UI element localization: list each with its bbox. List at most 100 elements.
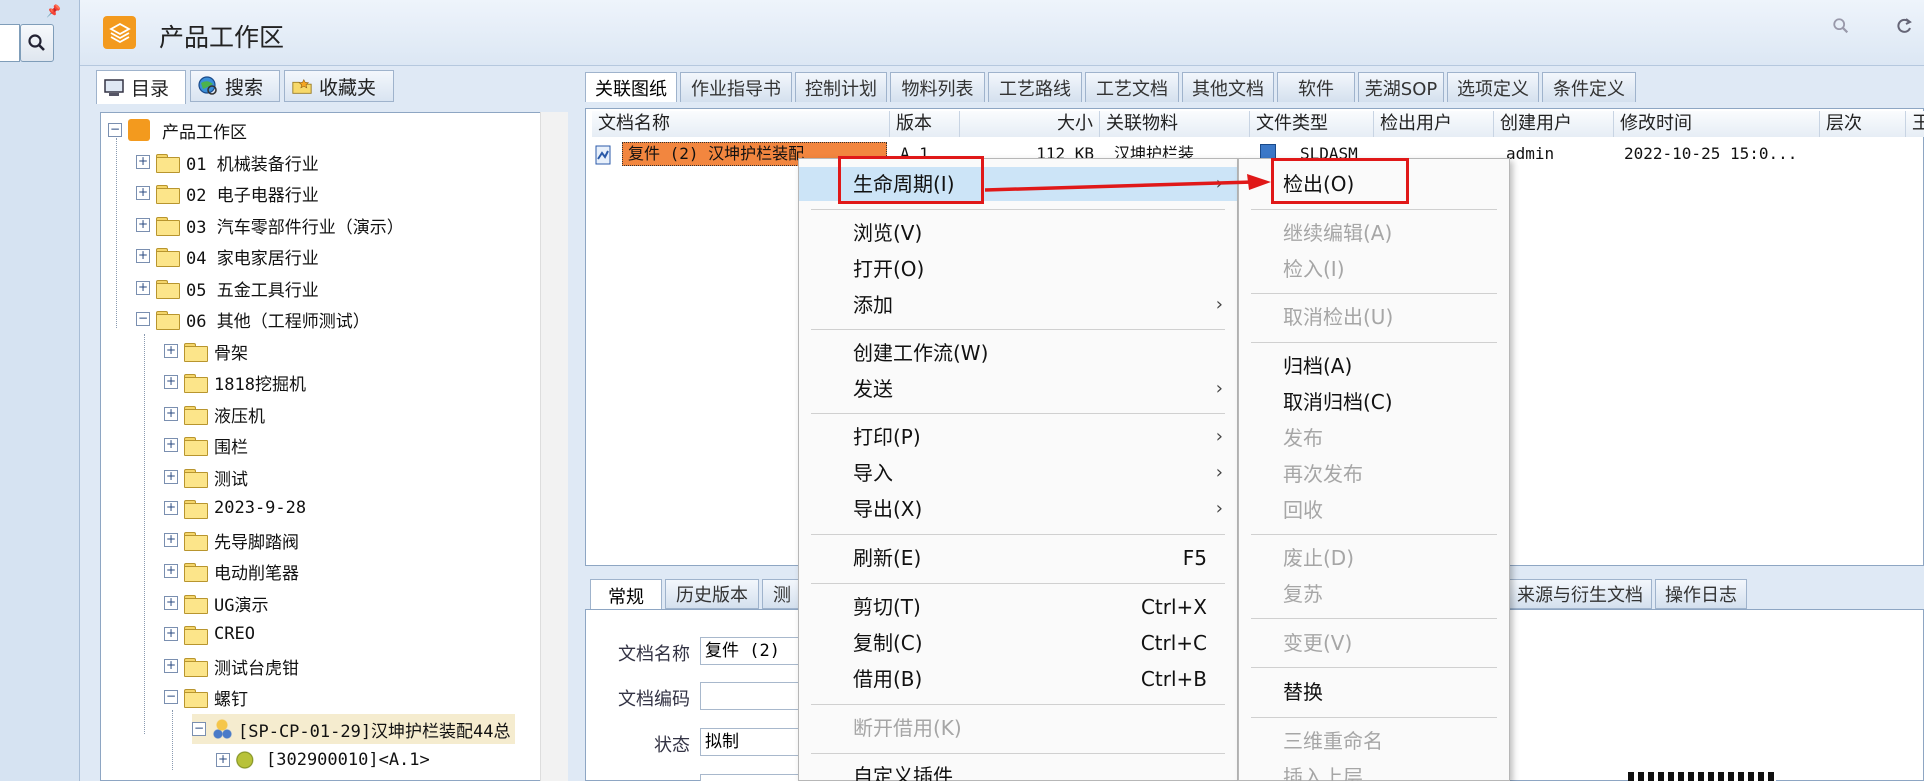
menu-item-borrow[interactable]: 借用(B) Ctrl+B: [799, 662, 1237, 696]
tab-favorites[interactable]: 收藏夹: [284, 70, 394, 102]
expand-icon[interactable]: +: [136, 281, 150, 295]
menu-item-custom-plugin[interactable]: 自定义插件: [799, 759, 1237, 781]
tab-condition-definitions[interactable]: 条件定义: [1542, 72, 1636, 102]
collapse-icon[interactable]: −: [136, 312, 150, 326]
expand-icon[interactable]: +: [164, 564, 178, 578]
collapse-icon[interactable]: −: [192, 722, 206, 736]
menu-item-import[interactable]: 导入 ›: [799, 456, 1237, 490]
tree-item[interactable]: + 先导脚踏阀: [164, 525, 299, 555]
expand-icon[interactable]: +: [164, 344, 178, 358]
left-search-button[interactable]: [20, 24, 54, 62]
tree-item[interactable]: + 测试: [164, 462, 248, 492]
tree-item[interactable]: +2023-9-28: [164, 493, 306, 523]
collapse-icon[interactable]: −: [164, 690, 178, 704]
tree-root[interactable]: − 产品工作区: [108, 115, 247, 145]
menu-item-open[interactable]: 打开(O): [799, 252, 1237, 286]
tree-item[interactable]: + 液压机: [164, 399, 265, 429]
left-search-input[interactable]: [0, 24, 20, 62]
submenu-item-archive[interactable]: 归档(A): [1239, 349, 1509, 383]
tab-control-plan[interactable]: 控制计划: [795, 72, 887, 102]
tree-item[interactable]: −06 其他（工程师测试）: [136, 304, 370, 334]
tree-item[interactable]: + UG演示: [164, 588, 268, 618]
field-doc-code[interactable]: [700, 682, 810, 710]
column-header[interactable]: 王: [1906, 111, 1924, 137]
menu-item-create-workflow[interactable]: 创建工作流(W): [799, 336, 1237, 370]
tab-software[interactable]: 软件: [1277, 72, 1355, 102]
menu-item-export[interactable]: 导出(X) ›: [799, 492, 1237, 526]
menu-item-browse[interactable]: 浏览(V): [799, 216, 1237, 250]
column-header[interactable]: 版本: [890, 111, 960, 137]
expand-icon[interactable]: +: [164, 407, 178, 421]
tab-bom[interactable]: 物料列表: [890, 72, 985, 102]
menu-item-refresh[interactable]: 刷新(E) F5: [799, 541, 1237, 575]
tree-item[interactable]: +04 家电家居行业: [136, 241, 319, 271]
expand-icon[interactable]: +: [164, 375, 178, 389]
expand-icon[interactable]: +: [164, 533, 178, 547]
tree-item-part[interactable]: + [302900010]<A.1>: [216, 745, 430, 775]
tab-history[interactable]: 历史版本: [665, 579, 759, 609]
expand-icon[interactable]: +: [216, 753, 230, 767]
tree-item[interactable]: + 骨架: [164, 336, 248, 366]
submenu-item-unarchive[interactable]: 取消归档(C): [1239, 385, 1509, 419]
tree-item[interactable]: + CREO: [164, 619, 255, 649]
field-extra[interactable]: [700, 774, 810, 781]
expand-icon[interactable]: +: [164, 659, 178, 673]
tree-item-assembly[interactable]: − [SP-CP-01-29]汉坤护栏装配44总: [192, 714, 515, 744]
column-header[interactable]: 检出用户: [1374, 111, 1494, 137]
tree-item[interactable]: + 围栏: [164, 430, 248, 460]
tree-item[interactable]: +01 机械装备行业: [136, 147, 319, 177]
menu-item-send[interactable]: 发送 ›: [799, 372, 1237, 406]
tab-source-derived[interactable]: 来源与衍生文档: [1508, 579, 1652, 609]
tree-item[interactable]: +1818挖掘机: [164, 367, 306, 397]
menu-item-cut[interactable]: 剪切(T) Ctrl+X: [799, 590, 1237, 624]
tab-routing[interactable]: 工艺路线: [988, 72, 1082, 102]
tree-item[interactable]: +02 电子电器行业: [136, 178, 319, 208]
column-header[interactable]: 创建用户: [1494, 111, 1614, 137]
field-doc-name[interactable]: 复件 (2): [700, 637, 810, 665]
folder-icon: [184, 405, 208, 425]
tab-other-docs[interactable]: 其他文档: [1182, 72, 1274, 102]
column-header[interactable]: 层次: [1820, 111, 1906, 137]
tree-item[interactable]: + 测试台虎钳: [164, 651, 299, 681]
tree-root-label: 产品工作区: [162, 122, 247, 143]
tab-search[interactable]: 搜索: [190, 70, 280, 102]
submenu-item-replace[interactable]: 替换: [1239, 675, 1509, 709]
expand-icon[interactable]: +: [136, 155, 150, 169]
tree-item[interactable]: − 螺钉: [164, 682, 248, 712]
field-status[interactable]: 拟制: [700, 728, 810, 756]
menu-item-print[interactable]: 打印(P) ›: [799, 420, 1237, 454]
expand-icon[interactable]: +: [164, 596, 178, 610]
refresh-icon[interactable]: [1894, 16, 1914, 41]
tab-general[interactable]: 常规: [590, 579, 662, 611]
column-header[interactable]: 文档名称: [592, 111, 890, 137]
tree-item[interactable]: +03 汽车零部件行业（演示）: [136, 210, 404, 240]
tree-scrollbar[interactable]: [540, 112, 568, 781]
tree-item[interactable]: + 电动削笔器: [164, 556, 299, 586]
menu-item-copy[interactable]: 复制(C) Ctrl+C: [799, 626, 1237, 660]
tab-option-definitions[interactable]: 选项定义: [1447, 72, 1539, 102]
tab-related-drawings[interactable]: 关联图纸: [585, 72, 677, 102]
tab-operation-log[interactable]: 操作日志: [1655, 579, 1747, 609]
expand-icon[interactable]: +: [136, 186, 150, 200]
expand-icon[interactable]: +: [136, 218, 150, 232]
tab-work-instructions[interactable]: 作业指导书: [680, 72, 792, 102]
tab-process-docs[interactable]: 工艺文档: [1085, 72, 1179, 102]
pin-icon[interactable]: 📌: [46, 4, 61, 18]
column-header[interactable]: 关联物料: [1100, 111, 1250, 137]
tab-test[interactable]: 测: [762, 579, 802, 609]
tree-item[interactable]: +05 五金工具行业: [136, 273, 319, 303]
column-header[interactable]: 大小: [960, 111, 1100, 137]
tab-catalog[interactable]: 目录: [96, 70, 186, 104]
collapse-icon[interactable]: −: [108, 123, 122, 137]
expand-icon[interactable]: +: [136, 249, 150, 263]
expand-icon[interactable]: +: [164, 627, 178, 641]
folder-icon: [156, 184, 180, 204]
tab-wuhu-sop[interactable]: 芜湖SOP: [1358, 72, 1444, 102]
menu-item-add[interactable]: 添加 ›: [799, 288, 1237, 322]
column-header[interactable]: 文件类型: [1250, 111, 1374, 137]
column-header[interactable]: 修改时间: [1614, 111, 1820, 137]
expand-icon[interactable]: +: [164, 501, 178, 515]
expand-icon[interactable]: +: [164, 470, 178, 484]
expand-icon[interactable]: +: [164, 438, 178, 452]
header-search-icon[interactable]: [1832, 17, 1850, 40]
